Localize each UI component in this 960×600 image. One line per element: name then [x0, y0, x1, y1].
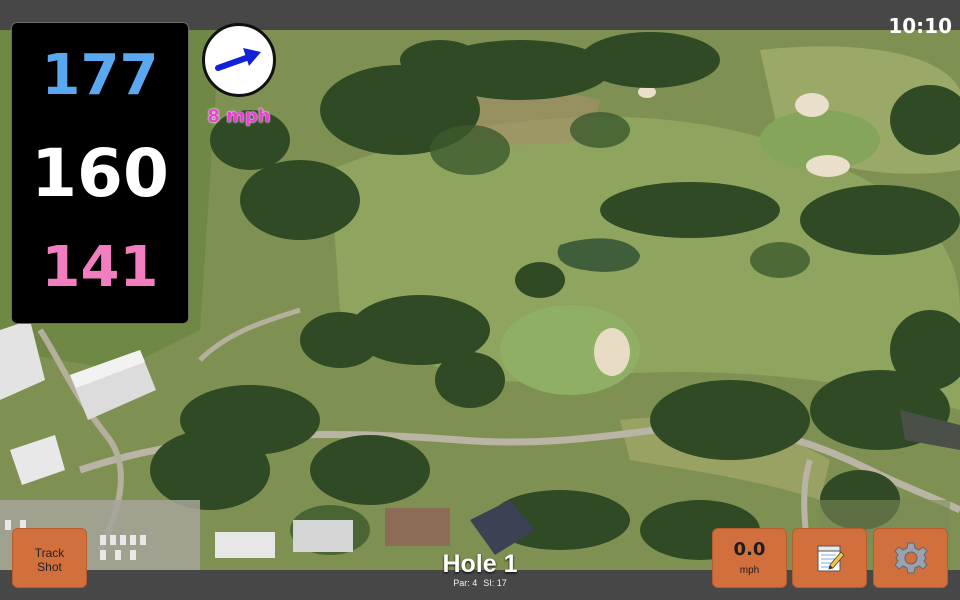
clock: 10:10	[888, 14, 952, 38]
settings-button[interactable]	[873, 528, 948, 588]
distance-middle-of-green: 160	[31, 135, 169, 212]
arrow-icon	[215, 48, 261, 71]
hole-par: Par: 4	[453, 578, 478, 588]
distance-panel: 177 160 141	[11, 22, 189, 324]
track-shot-label-line-1: Track	[34, 546, 65, 560]
hole-stroke-index: SI: 17	[483, 578, 507, 588]
track-shot-button[interactable]: Track Shot	[12, 528, 87, 588]
track-shot-label-line-2: Shot	[37, 560, 62, 574]
speed-unit: mph	[739, 565, 760, 576]
hole-title: Hole 1	[442, 550, 518, 578]
gear-icon	[893, 542, 928, 574]
distance-front-of-green: 141	[41, 235, 159, 300]
hole-info: Hole 1 Par: 4 SI: 17	[400, 550, 560, 588]
distance-back-of-green: 177	[41, 43, 159, 108]
wind-speed-label: 8 mph	[207, 106, 271, 127]
notes-button[interactable]	[792, 528, 867, 588]
wind-direction-dial	[202, 23, 276, 97]
speed-button[interactable]: 0.0 mph	[712, 528, 787, 588]
speed-value: 0.0	[733, 539, 766, 560]
notepad-icon	[817, 545, 845, 572]
hole-meta: Par: 4 SI: 17	[400, 578, 560, 588]
